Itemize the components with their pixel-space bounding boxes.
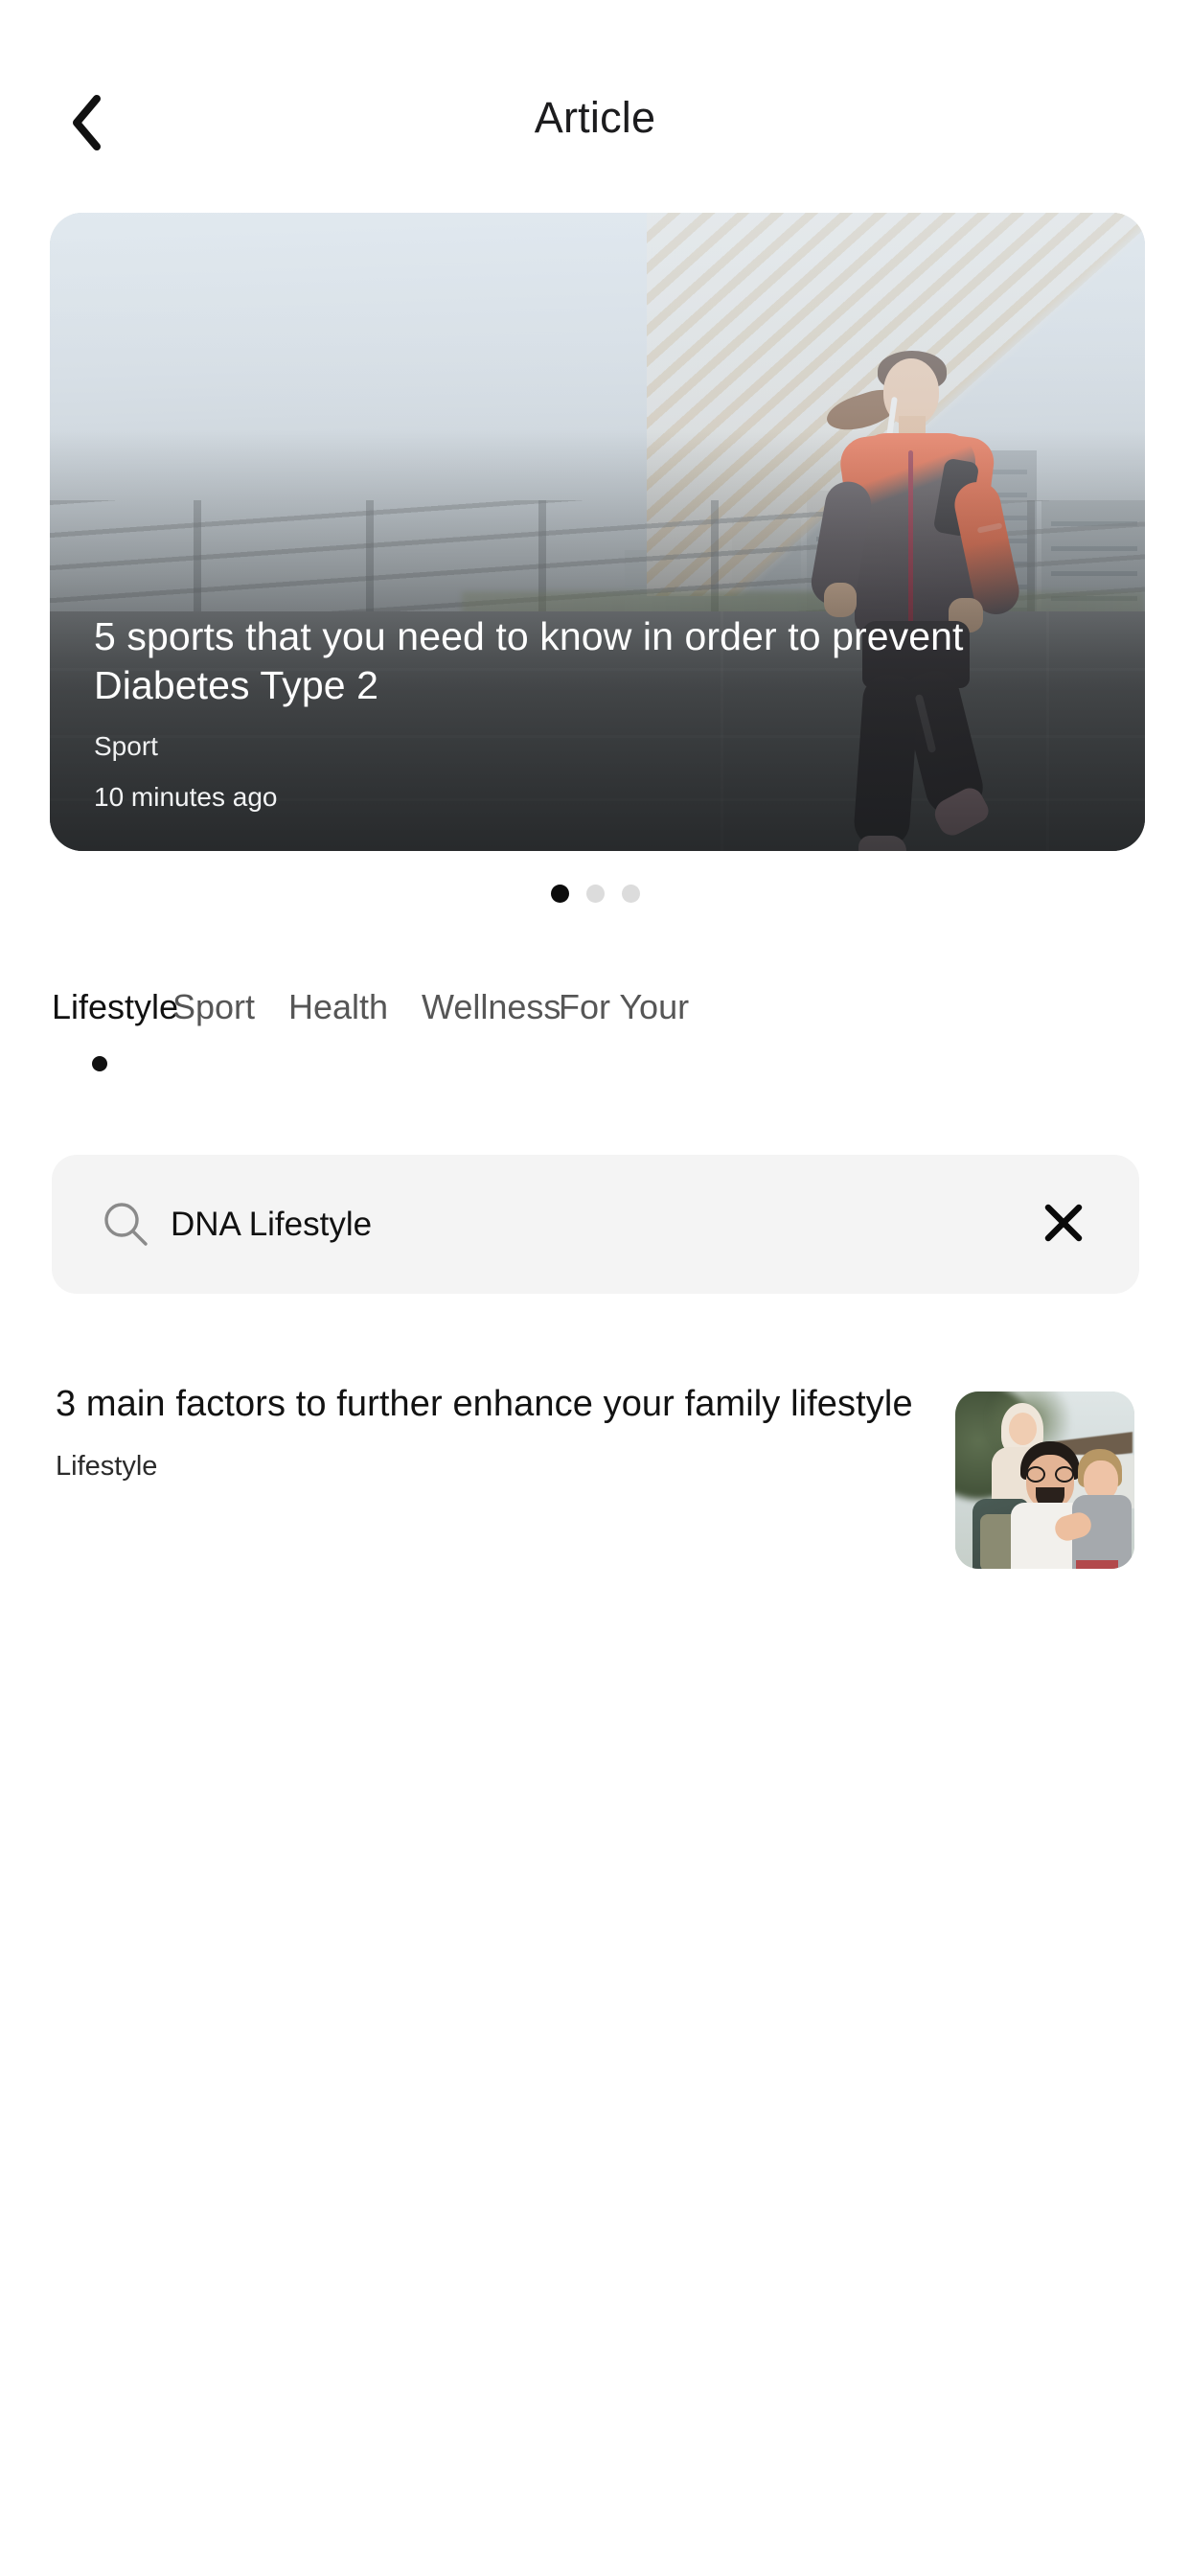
tab-sport-label: Sport [172, 987, 256, 1026]
close-icon [1041, 1201, 1086, 1250]
hero-text-block: 5 sports that you need to know in order … [94, 612, 1068, 813]
tab-sport[interactable]: Sport [172, 987, 255, 1027]
search-icon [102, 1200, 151, 1250]
tab-wellness[interactable]: Wellness [422, 987, 561, 1027]
tab-health[interactable]: Health [288, 987, 388, 1027]
carousel-dot-1[interactable] [550, 884, 569, 903]
carousel-dot-2[interactable] [585, 884, 605, 903]
article-title: 3 main factors to further enhance your f… [56, 1384, 913, 1424]
tab-active-indicator [92, 1056, 107, 1071]
hero-timestamp: 10 minutes ago [94, 782, 278, 812]
tab-wellness-label: Wellness [422, 987, 561, 1026]
tab-health-label: Health [288, 987, 389, 1026]
clear-search-button[interactable] [1036, 1197, 1091, 1253]
page-title: Article [534, 93, 656, 142]
category-tabs[interactable]: Lifestyle Sport Health Wellness For Your [0, 987, 1190, 1102]
hero-category: Sport [94, 731, 158, 761]
app-header: Article [0, 0, 1190, 201]
list-item[interactable]: 3 main factors to further enhance your f… [0, 1380, 1190, 1591]
search-bar[interactable]: DNA Lifestyle [52, 1155, 1139, 1294]
carousel-pagination[interactable] [0, 874, 1190, 912]
tab-for-your[interactable]: For Your [559, 987, 689, 1027]
carousel-dot-3[interactable] [621, 884, 640, 903]
tab-for-your-label: For Your [559, 987, 690, 1026]
article-text-block: 3 main factors to further enhance your f… [56, 1380, 927, 1483]
tab-lifestyle[interactable]: Lifestyle [52, 987, 178, 1027]
article-category: Lifestyle [56, 1451, 158, 1483]
hero-title: 5 sports that you need to know in order … [94, 614, 964, 708]
article-thumbnail [955, 1392, 1134, 1569]
search-input[interactable]: DNA Lifestyle [171, 1155, 372, 1294]
hero-article-card[interactable]: 5 sports that you need to know in order … [50, 213, 1145, 851]
article-list: 3 main factors to further enhance your f… [0, 1380, 1190, 1591]
tab-lifestyle-label: Lifestyle [52, 987, 179, 1026]
